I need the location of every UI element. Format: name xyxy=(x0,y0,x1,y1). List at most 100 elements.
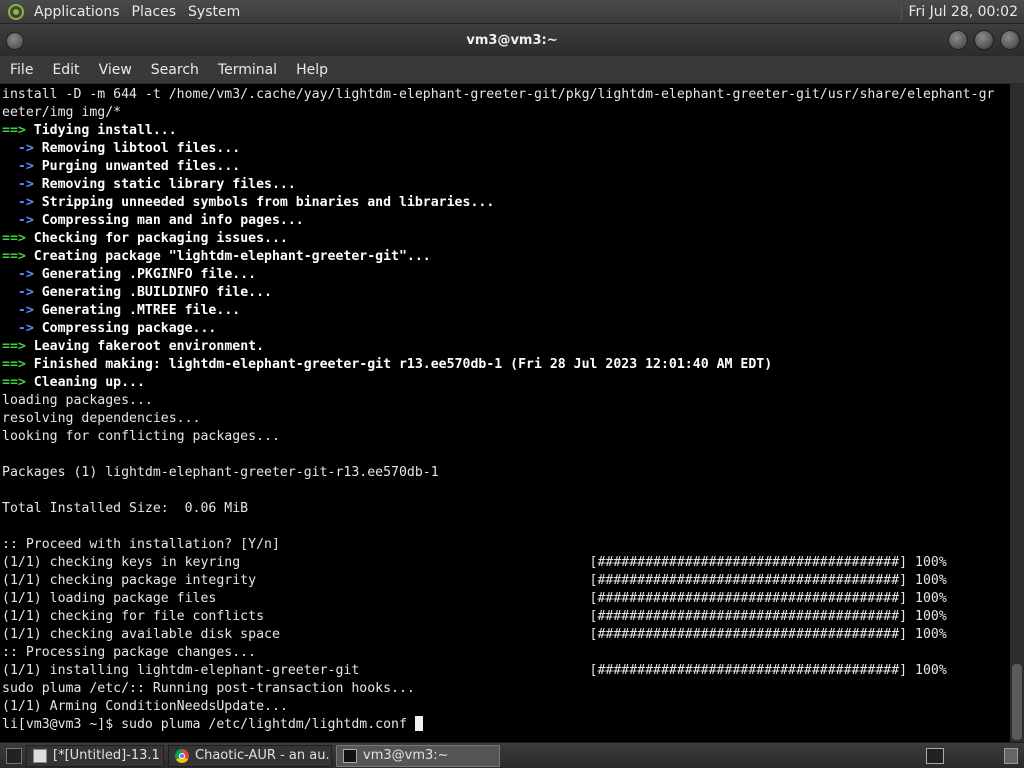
terminal-text: Stripping unneeded symbols from binaries… xyxy=(33,195,495,210)
show-desktop-icon[interactable] xyxy=(6,747,22,764)
terminal-text: Checking for packaging issues... xyxy=(25,231,288,246)
terminal-line: (1/1) checking for file conflicts [#####… xyxy=(2,608,1010,626)
terminal-icon xyxy=(343,748,357,763)
terminal-line: Packages (1) lightdm-elephant-greeter-gi… xyxy=(2,464,1010,482)
terminal-prefix: -> xyxy=(2,177,34,192)
terminal-line: -> Stripping unneeded symbols from binar… xyxy=(2,194,1010,212)
terminal-text: Cleaning up... xyxy=(25,375,145,390)
terminal-text: looking for conflicting packages... xyxy=(2,429,280,444)
terminal-prefix: ==> xyxy=(2,123,26,138)
distro-logo-icon[interactable] xyxy=(8,3,24,20)
terminal-line: :: Processing package changes... xyxy=(2,644,1010,662)
terminal-line: eeter/img img/* xyxy=(2,104,1010,122)
terminal-line: install -D -m 644 -t /home/vm3/.cache/ya… xyxy=(2,86,1010,104)
terminal-line: -> Generating .PKGINFO file... xyxy=(2,266,1010,284)
terminal-prefix: -> xyxy=(2,285,34,300)
terminal-prefix: -> xyxy=(2,303,34,318)
terminal-text: eeter/img img/* xyxy=(2,105,122,120)
terminal-line: :: Proceed with installation? [Y/n] xyxy=(2,536,1010,554)
menubar: File Edit View Search Terminal Help xyxy=(0,56,1024,84)
terminal-output[interactable]: install -D -m 644 -t /home/vm3/.cache/ya… xyxy=(0,84,1010,742)
terminal-prefix: -> xyxy=(2,195,34,210)
terminal-text: Packages (1) lightdm-elephant-greeter-gi… xyxy=(2,465,439,480)
terminal-text: Generating .MTREE file... xyxy=(33,303,241,318)
window-title: vm3@vm3:~ xyxy=(466,32,558,48)
terminal-text: Removing libtool files... xyxy=(33,141,241,156)
terminal-prefix: ==> xyxy=(2,231,26,246)
terminal-line: -> Purging unwanted files... xyxy=(2,158,1010,176)
terminal-text: loading packages... xyxy=(2,393,153,408)
terminal-line: sudo pluma /etc/:: Running post-transact… xyxy=(2,680,1010,698)
terminal-text: Finished making: lightdm-elephant-greete… xyxy=(25,357,773,372)
terminal-text: :: Proceed with installation? [Y/n] xyxy=(2,537,280,552)
terminal-tray-icon[interactable] xyxy=(926,747,944,764)
terminal-prefix: ==> xyxy=(2,249,26,264)
terminal-line: -> Generating .BUILDINFO file... xyxy=(2,284,1010,302)
menu-file[interactable]: File xyxy=(0,56,42,84)
terminal-text: (1/1) checking available disk space [###… xyxy=(2,627,947,642)
terminal-line: (1/1) Arming ConditionNeedsUpdate... xyxy=(2,698,1010,716)
terminal-text: Purging unwanted files... xyxy=(33,159,241,174)
terminal-line: -> Removing libtool files... xyxy=(2,140,1010,158)
terminal-line: looking for conflicting packages... xyxy=(2,428,1010,446)
window-controls xyxy=(948,30,1020,50)
terminal-line: ==> Checking for packaging issues... xyxy=(2,230,1010,248)
terminal-text: (1/1) loading package files [###########… xyxy=(2,591,947,606)
window-titlebar[interactable]: vm3@vm3:~ xyxy=(0,24,1024,56)
terminal-text: Removing static library files... xyxy=(33,177,296,192)
terminal-text: Tidying install... xyxy=(25,123,177,138)
terminal-text: Compressing package... xyxy=(33,321,217,336)
document-icon xyxy=(33,748,47,763)
system-menu[interactable]: System xyxy=(182,0,246,24)
applications-menu[interactable]: Applications xyxy=(28,0,126,24)
terminal-line: (1/1) checking package integrity [######… xyxy=(2,572,1010,590)
close-button[interactable] xyxy=(1000,30,1020,50)
terminal-text: Leaving fakeroot environment. xyxy=(25,339,265,354)
terminal-line: (1/1) installing lightdm-elephant-greete… xyxy=(2,662,1010,680)
menu-help[interactable]: Help xyxy=(286,56,337,84)
terminal-text: sudo pluma /etc/:: Running post-transact… xyxy=(2,681,415,696)
terminal-text: install -D -m 644 -t /home/vm3/.cache/ya… xyxy=(2,87,995,102)
menu-view[interactable]: View xyxy=(89,56,141,84)
terminal-prefix: -> xyxy=(2,159,34,174)
terminal-line: Total Installed Size: 0.06 MiB xyxy=(2,500,1010,518)
clock[interactable]: Fri Jul 28, 00:02 xyxy=(901,3,1024,20)
menu-terminal[interactable]: Terminal xyxy=(208,56,286,84)
system-tray xyxy=(926,743,1024,768)
terminal-line: (1/1) checking keys in keyring [########… xyxy=(2,554,1010,572)
chrome-icon xyxy=(175,748,189,763)
terminal-prefix: -> xyxy=(2,321,34,336)
terminal-text: Total Installed Size: 0.06 MiB xyxy=(2,501,249,516)
terminal-line: ==> Leaving fakeroot environment. xyxy=(2,338,1010,356)
window-menu-button[interactable] xyxy=(6,32,24,50)
task-label: [*[Untitled]-13.1 (R... xyxy=(53,748,163,763)
terminal-prefix: ==> xyxy=(2,357,26,372)
terminal-line: li[vm3@vm3 ~]$ sudo pluma /etc/lightdm/l… xyxy=(2,716,1010,734)
terminal-prefix: -> xyxy=(2,213,34,228)
terminal-scrollbar[interactable] xyxy=(1010,84,1024,742)
menu-edit[interactable]: Edit xyxy=(42,56,88,84)
taskbar-task-browser[interactable]: Chaotic-AUR - an au... xyxy=(168,744,332,767)
terminal-line: (1/1) checking available disk space [###… xyxy=(2,626,1010,644)
terminal-line: resolving dependencies... xyxy=(2,410,1010,428)
menu-search[interactable]: Search xyxy=(141,56,208,84)
taskbar-task-editor[interactable]: [*[Untitled]-13.1 (R... xyxy=(26,744,164,767)
trash-icon[interactable] xyxy=(1004,747,1018,764)
scrollbar-thumb[interactable] xyxy=(1012,664,1022,740)
terminal-text: Compressing man and info pages... xyxy=(33,213,304,228)
terminal-text: (1/1) installing lightdm-elephant-greete… xyxy=(2,663,947,678)
terminal-line: ==> Tidying install... xyxy=(2,122,1010,140)
terminal-line: loading packages... xyxy=(2,392,1010,410)
terminal-prefix: -> xyxy=(2,141,34,156)
maximize-button[interactable] xyxy=(974,30,994,50)
terminal-text: resolving dependencies... xyxy=(2,411,201,426)
terminal-cursor xyxy=(414,716,423,731)
minimize-button[interactable] xyxy=(948,30,968,50)
taskbar-task-terminal[interactable]: vm3@vm3:~ xyxy=(336,744,500,767)
terminal-text: (1/1) checking keys in keyring [########… xyxy=(2,555,947,570)
terminal-text: Generating .PKGINFO file... xyxy=(33,267,257,282)
places-menu[interactable]: Places xyxy=(126,0,183,24)
